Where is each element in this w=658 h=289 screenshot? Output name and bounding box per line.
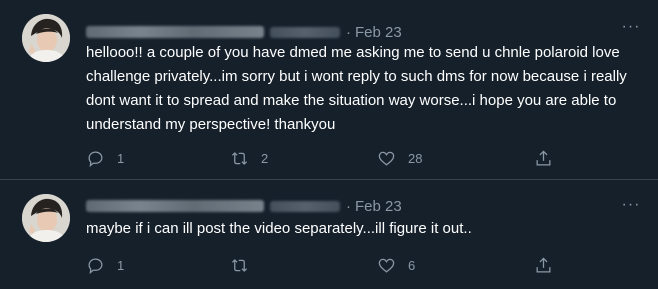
tweet-date[interactable]: Feb 23: [355, 24, 402, 41]
like-icon: [378, 151, 395, 166]
redacted-display-name: [86, 26, 264, 38]
retweet-count: 2: [261, 150, 269, 166]
more-icon[interactable]: ···: [618, 14, 644, 40]
tweet-text: maybe if i can ill post the video separa…: [86, 220, 472, 237]
avatar-image: [22, 14, 70, 62]
like-button[interactable]: 6: [377, 252, 415, 278]
separator-dot: ·: [346, 23, 351, 41]
retweet-button[interactable]: 2: [230, 145, 268, 171]
tweet-header: · Feb 23: [86, 22, 402, 42]
retweet-icon: [231, 151, 248, 165]
share-icon: [536, 149, 551, 165]
tweet-text: hellooo!! a couple of you have dmed me a…: [86, 44, 627, 133]
like-button[interactable]: 28: [377, 145, 422, 171]
retweet-icon: [231, 258, 248, 272]
redacted-handle: [270, 200, 340, 212]
tweet-date[interactable]: Feb 23: [355, 198, 402, 215]
reply-button[interactable]: 1: [86, 145, 124, 171]
redacted-handle: [270, 26, 340, 38]
reply-icon: [88, 258, 103, 274]
share-button[interactable]: [534, 252, 553, 278]
tweet[interactable]: · Feb 23 ··· maybe if i can ill post the…: [0, 180, 658, 289]
avatar[interactable]: [22, 14, 70, 62]
retweet-button[interactable]: [230, 252, 261, 278]
tweet-actions: 1 6: [86, 252, 556, 278]
avatar[interactable]: [22, 194, 70, 242]
tweet-header: · Feb 23: [86, 196, 402, 216]
redacted-display-name: [86, 200, 264, 212]
reply-count: 1: [117, 150, 125, 166]
share-button[interactable]: [534, 145, 553, 171]
reply-icon: [88, 151, 103, 167]
avatar-image: [22, 194, 70, 242]
tweet-actions: 1 2 28: [86, 145, 556, 171]
reply-button[interactable]: 1: [86, 252, 124, 278]
share-icon: [536, 256, 551, 272]
reply-count: 1: [117, 257, 125, 273]
like-icon: [378, 258, 395, 273]
separator-dot: ·: [346, 197, 351, 215]
more-icon[interactable]: ···: [618, 192, 644, 218]
tweet[interactable]: · Feb 23 ··· hellooo!! a couple of you h…: [0, 0, 658, 179]
like-count: 28: [408, 150, 423, 166]
like-count: 6: [408, 257, 416, 273]
